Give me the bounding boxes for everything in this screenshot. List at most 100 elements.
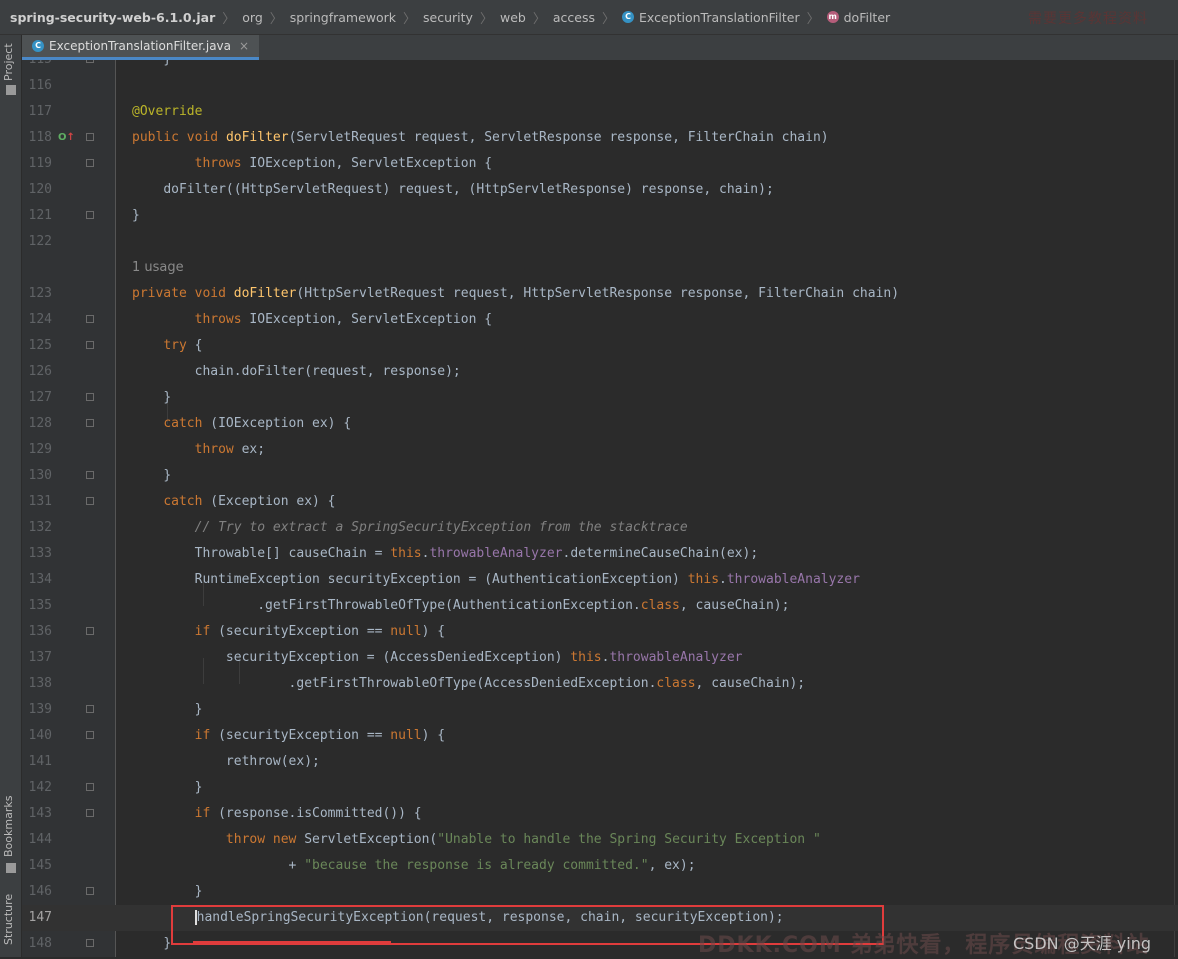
breadcrumb-springframework[interactable]: springframework	[290, 10, 396, 25]
code-line: 129 throw ex;	[22, 437, 1178, 463]
close-icon[interactable]: ×	[239, 39, 249, 53]
line-number: 136	[28, 624, 52, 639]
code-text: throws IOException, ServletException {	[194, 312, 493, 327]
code-text: chain.doFilter(request, response);	[194, 364, 461, 379]
breadcrumb-class[interactable]: C ExceptionTranslationFilter	[622, 10, 800, 25]
code-line: 127 }	[22, 385, 1178, 411]
code-line: 126 chain.doFilter(request, response);	[22, 359, 1178, 385]
code-text: // Try to extract a SpringSecurityExcept…	[194, 520, 688, 535]
code-line: 115 }	[22, 60, 1178, 73]
code-editor[interactable]: 115 } 116 117 @Override 118 O↑ public vo…	[22, 60, 1178, 957]
line-number: 124	[28, 312, 52, 327]
breadcrumb-method-label: doFilter	[843, 9, 891, 25]
fold-marker-icon[interactable]	[86, 497, 94, 505]
code-text: @Override	[132, 104, 203, 119]
code-text: try {	[163, 338, 203, 353]
method-icon: m	[826, 11, 839, 23]
code-line: 141 rethrow(ex);	[22, 749, 1178, 775]
fold-marker-icon[interactable]	[86, 939, 94, 947]
folder-icon	[6, 85, 16, 95]
breadcrumb-jar[interactable]: spring-security-web-6.1.0.jar	[10, 10, 215, 25]
line-number: 140	[28, 728, 52, 743]
code-line: 140 if (securityException == null) {	[22, 723, 1178, 749]
code-line: 133 Throwable[] causeChain = this.throwa…	[22, 541, 1178, 567]
line-number: 129	[28, 442, 52, 457]
bookmark-icon	[6, 863, 16, 873]
code-text: }	[163, 390, 172, 405]
line-number: 120	[28, 182, 52, 197]
structure-tool-button[interactable]: Structure	[2, 894, 15, 945]
breadcrumb-separator: 〉	[269, 11, 283, 27]
code-line: 143 if (response.isCommitted()) {	[22, 801, 1178, 827]
code-line: 131 catch (Exception ex) {	[22, 489, 1178, 515]
code-text: if (response.isCommitted()) {	[194, 806, 422, 821]
code-text: throw ex;	[194, 442, 266, 457]
code-line: 146 }	[22, 879, 1178, 905]
fold-marker-icon[interactable]	[86, 159, 94, 167]
line-number: 119	[28, 156, 52, 171]
line-number: 121	[28, 208, 52, 223]
line-number: 117	[28, 104, 52, 119]
code-text: if (securityException == null) {	[194, 624, 446, 639]
implements-method-icon[interactable]: O↑	[58, 132, 75, 143]
line-number: 148	[28, 936, 52, 951]
code-text: throw new ServletException("Unable to ha…	[225, 832, 821, 847]
java-class-icon: C	[32, 40, 44, 52]
breadcrumb-separator: 〉	[532, 11, 546, 27]
line-number: 115	[22, 60, 52, 73]
code-text: + "because the response is already commi…	[288, 858, 696, 873]
code-text: }	[163, 936, 172, 951]
tool-window-strip: Project Bookmarks Structure	[0, 35, 22, 957]
fold-marker-icon[interactable]	[86, 627, 94, 635]
fold-marker-icon[interactable]	[86, 705, 94, 713]
line-number: 125	[28, 338, 52, 353]
code-text: catch (IOException ex) {	[163, 416, 352, 431]
fold-marker-icon[interactable]	[86, 315, 94, 323]
fold-marker-icon[interactable]	[86, 471, 94, 479]
fold-marker-icon[interactable]	[86, 60, 94, 63]
fold-marker-icon[interactable]	[86, 809, 94, 817]
line-number: 134	[28, 572, 52, 587]
usage-hint[interactable]: 1 usage	[132, 255, 184, 281]
code-text: private void doFilter(HttpServletRequest…	[132, 286, 900, 301]
code-text: securityException = (AccessDeniedExcepti…	[225, 650, 743, 665]
fold-marker-icon[interactable]	[86, 211, 94, 219]
bookmarks-tool-button[interactable]: Bookmarks	[2, 796, 15, 857]
tab-label: ExceptionTranslationFilter.java	[49, 39, 232, 53]
code-text: .getFirstThrowableOfType(AuthenticationE…	[257, 598, 790, 613]
fold-marker-icon[interactable]	[86, 419, 94, 427]
breadcrumb-method[interactable]: m doFilter	[826, 9, 891, 25]
fold-marker-icon[interactable]	[86, 393, 94, 401]
breadcrumb-class-label: ExceptionTranslationFilter	[639, 9, 800, 25]
code-line: 118 O↑ public void doFilter(ServletReque…	[22, 125, 1178, 151]
fold-marker-icon[interactable]	[86, 731, 94, 739]
code-line: 116	[22, 73, 1178, 99]
code-line: 120 doFilter((HttpServletRequest) reques…	[22, 177, 1178, 203]
line-number: 127	[28, 390, 52, 405]
fold-marker-icon[interactable]	[86, 783, 94, 791]
breadcrumb-access[interactable]: access	[553, 10, 595, 25]
class-icon: C	[622, 11, 634, 23]
fold-marker-icon[interactable]	[86, 133, 94, 141]
line-number: 123	[28, 286, 52, 301]
code-line: 119 throws IOException, ServletException…	[22, 151, 1178, 177]
fold-marker-icon[interactable]	[86, 887, 94, 895]
project-tool-button[interactable]: Project	[2, 43, 15, 81]
breadcrumb-org[interactable]: org	[242, 10, 263, 25]
line-number: 143	[28, 806, 52, 821]
code-line: 134 RuntimeException securityException =…	[22, 567, 1178, 593]
breadcrumb-security[interactable]: security	[423, 10, 473, 25]
breadcrumb-web[interactable]: web	[500, 10, 526, 25]
line-number: 116	[28, 78, 52, 93]
code-text: }	[163, 468, 172, 483]
line-number: 118	[28, 130, 52, 145]
line-number: 126	[28, 364, 52, 379]
code-text: }	[194, 780, 203, 795]
code-line: 125 try {	[22, 333, 1178, 359]
code-text: if (securityException == null) {	[194, 728, 446, 743]
line-number: 132	[28, 520, 52, 535]
tab-exceptiontranslationfilter[interactable]: C ExceptionTranslationFilter.java ×	[22, 35, 260, 60]
fold-marker-icon[interactable]	[86, 341, 94, 349]
csdn-watermark: CSDN @天涯 ying	[1013, 934, 1152, 953]
breadcrumb-separator: 〉	[222, 11, 236, 27]
